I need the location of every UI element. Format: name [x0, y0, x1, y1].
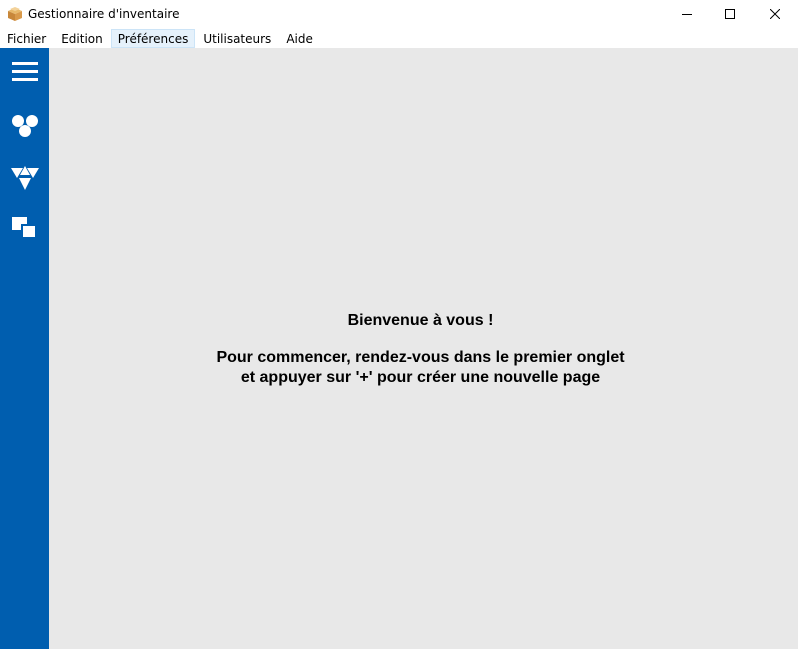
- minimize-icon: [682, 14, 692, 15]
- menu-fichier[interactable]: Fichier: [0, 29, 53, 48]
- app-window: Gestionnaire d'inventaire Fichier Editio…: [0, 0, 798, 649]
- maximize-button[interactable]: [707, 0, 753, 28]
- sidebar-menu-button[interactable]: [0, 52, 49, 92]
- instruction-line-1: Pour commencer, rendez-vous dans le prem…: [216, 349, 625, 366]
- window-title: Gestionnaire d'inventaire: [28, 7, 180, 21]
- menu-preferences[interactable]: Préférences: [110, 28, 196, 48]
- hamburger-menu-icon: [11, 62, 38, 81]
- triangles-icon: [10, 166, 39, 190]
- menu-utilisateurs[interactable]: Utilisateurs: [196, 29, 278, 48]
- circles-icon: [11, 115, 38, 137]
- maximize-icon: [725, 9, 735, 19]
- close-icon: [770, 9, 780, 19]
- instruction-line-2: et appuyer sur '+' pour créer une nouvel…: [240, 369, 601, 386]
- minimize-button[interactable]: [664, 0, 710, 28]
- sidebar: [0, 48, 49, 649]
- welcome-title: Bienvenue à vous !: [347, 312, 494, 329]
- main-content: Bienvenue à vous ! Pour commencer, rende…: [49, 48, 798, 649]
- sidebar-squares-button[interactable]: [0, 209, 49, 249]
- menu-aide[interactable]: Aide: [279, 29, 320, 48]
- welcome-message: Bienvenue à vous ! Pour commencer, rende…: [49, 311, 792, 388]
- squares-icon: [11, 217, 37, 239]
- title-bar[interactable]: Gestionnaire d'inventaire: [0, 0, 798, 28]
- menu-edition[interactable]: Edition: [54, 29, 110, 48]
- sidebar-triangles-button[interactable]: [0, 159, 49, 199]
- sidebar-circles-button[interactable]: [0, 106, 49, 146]
- close-button[interactable]: [752, 0, 798, 28]
- menu-bar: Fichier Edition Préférences Utilisateurs…: [0, 28, 798, 48]
- package-icon: [8, 7, 22, 21]
